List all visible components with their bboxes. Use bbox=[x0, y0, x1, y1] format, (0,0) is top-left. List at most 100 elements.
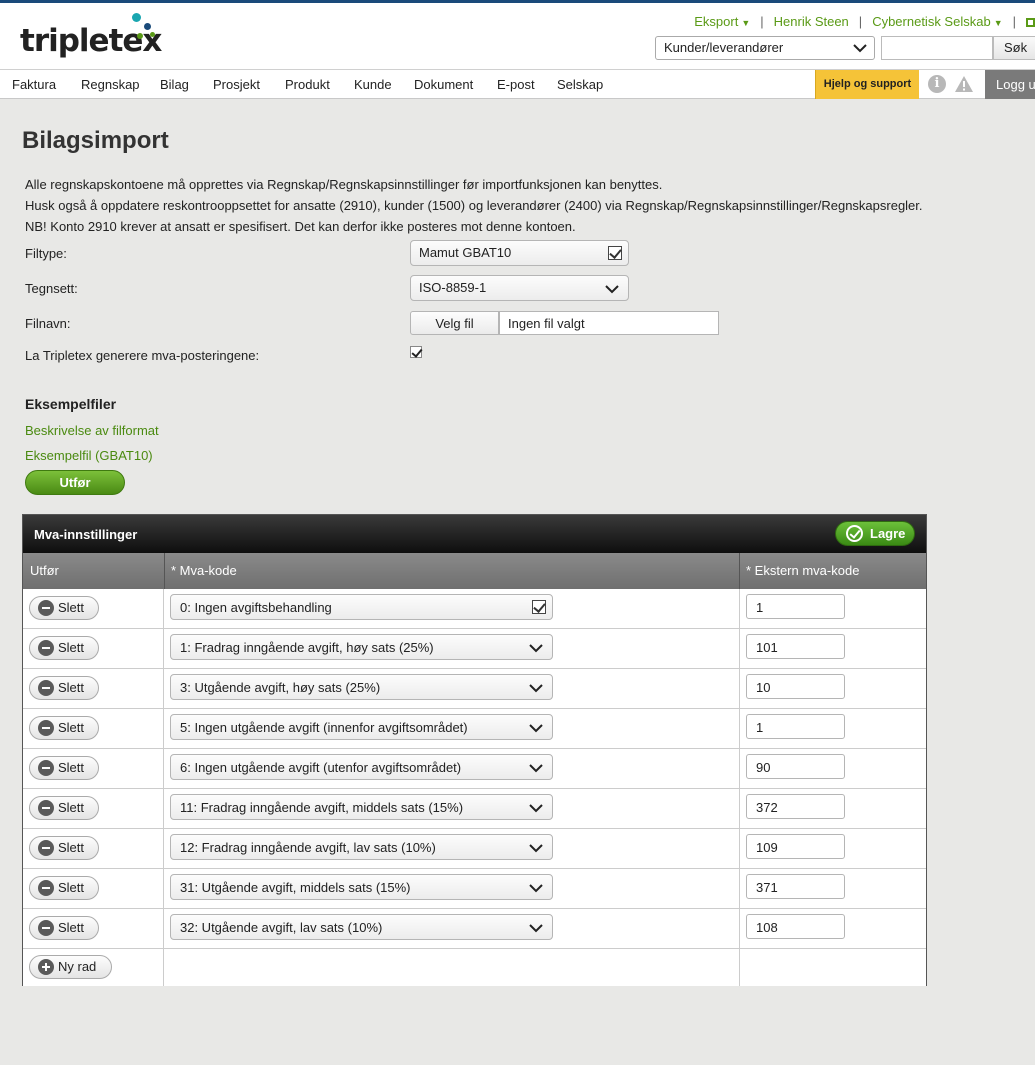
table-row: Slett 6: Ingen utgående avgift (utenfor a… bbox=[23, 749, 926, 789]
main-nav: Faktura Regnskap Bilag Prosjekt Produkt … bbox=[0, 69, 1035, 99]
table-row: Slett 5: Ingen utgående avgift (innenfor … bbox=[23, 709, 926, 749]
minus-circle-icon bbox=[38, 720, 54, 736]
filetype-value: Mamut GBAT10 bbox=[419, 245, 512, 260]
delete-row-button[interactable]: Slett bbox=[29, 676, 99, 700]
minus-circle-icon bbox=[38, 640, 54, 656]
caret-down-icon: ▼ bbox=[741, 18, 751, 28]
external-mva-code-input[interactable]: 372 bbox=[746, 794, 845, 819]
page-title: Bilagsimport bbox=[22, 127, 169, 154]
external-mva-code-input[interactable]: 1 bbox=[746, 714, 845, 739]
nav-item-produkt[interactable]: Produkt bbox=[285, 77, 330, 92]
eksport-menu[interactable]: Eksport ▼ bbox=[694, 14, 750, 29]
delete-label: Slett bbox=[58, 760, 85, 775]
example-file-link[interactable]: Eksempelfil (GBAT10) bbox=[25, 448, 153, 463]
mva-code-value: 12: Fradrag inngående avgift, lav sats (… bbox=[180, 840, 436, 855]
mva-code-value: 1: Fradrag inngående avgift, høy sats (2… bbox=[180, 640, 434, 655]
table-row: Slett 3: Utgående avgift, høy sats (25%) 1… bbox=[23, 669, 926, 709]
save-button[interactable]: Lagre bbox=[835, 521, 915, 546]
external-mva-code-input[interactable]: 108 bbox=[746, 914, 845, 939]
info-text-1: Alle regnskapskontoene må opprettes via … bbox=[25, 177, 663, 192]
chevron-down-icon bbox=[529, 764, 543, 773]
delete-label: Slett bbox=[58, 720, 85, 735]
filetype-select[interactable]: Mamut GBAT10 bbox=[410, 240, 629, 266]
nav-item-regnskap[interactable]: Regnskap bbox=[81, 77, 140, 92]
delete-row-button[interactable]: Slett bbox=[29, 876, 99, 900]
column-divider bbox=[739, 553, 740, 589]
delete-label: Slett bbox=[58, 800, 85, 815]
chevron-down-icon bbox=[605, 285, 619, 294]
delete-row-button[interactable]: Slett bbox=[29, 756, 99, 780]
search-input[interactable] bbox=[881, 36, 993, 60]
delete-row-button[interactable]: Slett bbox=[29, 596, 99, 620]
logout-button[interactable]: Logg ut bbox=[985, 70, 1035, 99]
minus-circle-icon bbox=[38, 920, 54, 936]
search-scope-value: Kunder/leverandører bbox=[664, 40, 784, 55]
external-mva-code-input[interactable]: 1 bbox=[746, 594, 845, 619]
table-row: Slett 32: Utgående avgift, lav sats (10%)… bbox=[23, 909, 926, 949]
minus-circle-icon bbox=[38, 840, 54, 856]
new-row-button[interactable]: Ny rad bbox=[29, 955, 112, 979]
delete-label: Slett bbox=[58, 640, 85, 655]
mva-code-select[interactable]: 11: Fradrag inngående avgift, middels sa… bbox=[170, 794, 553, 820]
external-mva-code-input[interactable]: 10 bbox=[746, 674, 845, 699]
nav-item-kunde[interactable]: Kunde bbox=[354, 77, 392, 92]
delete-row-button[interactable]: Slett bbox=[29, 836, 99, 860]
search-button[interactable]: Søk bbox=[993, 36, 1035, 60]
chevron-down-icon bbox=[529, 844, 543, 853]
mva-code-select[interactable]: 6: Ingen utgående avgift (utenfor avgift… bbox=[170, 754, 553, 780]
chevron-down-icon bbox=[529, 804, 543, 813]
delete-row-button[interactable]: Slett bbox=[29, 916, 99, 940]
column-header-ext-code: * Ekstern mva-kode bbox=[746, 563, 860, 578]
chevron-down-icon bbox=[529, 884, 543, 893]
mva-code-select[interactable]: 3: Utgående avgift, høy sats (25%) bbox=[170, 674, 553, 700]
external-mva-code-input[interactable]: 101 bbox=[746, 634, 845, 659]
user-link[interactable]: Henrik Steen bbox=[774, 14, 849, 29]
warning-icon[interactable] bbox=[954, 75, 974, 93]
help-support-button[interactable]: Hjelp og support bbox=[815, 70, 919, 99]
mva-code-value: 3: Utgående avgift, høy sats (25%) bbox=[180, 680, 381, 695]
nav-item-bilag[interactable]: Bilag bbox=[160, 77, 189, 92]
nav-item-dokument[interactable]: Dokument bbox=[414, 77, 473, 92]
external-mva-code-input[interactable]: 371 bbox=[746, 874, 845, 899]
plus-circle-icon bbox=[38, 959, 54, 975]
window-icon[interactable] bbox=[1026, 18, 1035, 28]
nav-item-faktura[interactable]: Faktura bbox=[12, 77, 56, 92]
format-description-link[interactable]: Beskrivelse av filformat bbox=[25, 423, 159, 438]
generate-vat-checkbox[interactable] bbox=[410, 346, 422, 358]
mva-code-select[interactable]: 32: Utgående avgift, lav sats (10%) bbox=[170, 914, 553, 940]
file-name-display: Ingen fil valgt bbox=[499, 311, 719, 335]
run-import-button[interactable]: Utfør bbox=[25, 470, 125, 495]
nav-item-prosjekt[interactable]: Prosjekt bbox=[213, 77, 260, 92]
external-mva-code-input[interactable]: 90 bbox=[746, 754, 845, 779]
mva-code-select[interactable]: 1: Fradrag inngående avgift, høy sats (2… bbox=[170, 634, 553, 660]
column-header-mva-code: * Mva-kode bbox=[171, 563, 237, 578]
dropdown-check-icon bbox=[532, 600, 546, 614]
table-row: Slett 12: Fradrag inngående avgift, lav s… bbox=[23, 829, 926, 869]
nav-item-epost[interactable]: E-post bbox=[497, 77, 535, 92]
mva-code-select[interactable]: 5: Ingen utgående avgift (innenfor avgif… bbox=[170, 714, 553, 740]
check-circle-icon bbox=[846, 525, 863, 542]
mva-code-value: 11: Fradrag inngående avgift, middels sa… bbox=[180, 800, 464, 815]
chevron-down-icon bbox=[529, 644, 543, 653]
company-menu[interactable]: Cybernetisk Selskab ▼ bbox=[872, 14, 1002, 29]
column-header-utfor: Utfør bbox=[30, 563, 59, 578]
nav-item-selskap[interactable]: Selskap bbox=[557, 77, 603, 92]
delete-row-button[interactable]: Slett bbox=[29, 796, 99, 820]
filetype-label: Filtype: bbox=[25, 246, 67, 261]
column-line bbox=[739, 589, 740, 986]
external-mva-code-input[interactable]: 109 bbox=[746, 834, 845, 859]
choose-file-button[interactable]: Velg fil bbox=[410, 311, 499, 335]
delete-row-button[interactable]: Slett bbox=[29, 636, 99, 660]
mva-settings-panel: Mva-innstillinger Lagre Utfør * Mva-kode… bbox=[22, 514, 927, 986]
table-row: Slett 11: Fradrag inngående avgift, midde… bbox=[23, 789, 926, 829]
mva-code-select[interactable]: 31: Utgående avgift, middels sats (15%) bbox=[170, 874, 553, 900]
mva-code-value: 32: Utgående avgift, lav sats (10%) bbox=[180, 920, 383, 935]
mva-code-value: 31: Utgående avgift, middels sats (15%) bbox=[180, 880, 411, 895]
info-icon[interactable]: i bbox=[928, 75, 946, 93]
search-scope-select[interactable]: Kunder/leverandører bbox=[655, 36, 875, 60]
mva-code-select[interactable]: 0: Ingen avgiftsbehandling bbox=[170, 594, 553, 620]
mva-code-select[interactable]: 12: Fradrag inngående avgift, lav sats (… bbox=[170, 834, 553, 860]
charset-select[interactable]: ISO-8859-1 bbox=[410, 275, 629, 301]
delete-row-button[interactable]: Slett bbox=[29, 716, 99, 740]
info-text-3: NB! Konto 2910 krever at ansatt er spesi… bbox=[25, 219, 576, 234]
